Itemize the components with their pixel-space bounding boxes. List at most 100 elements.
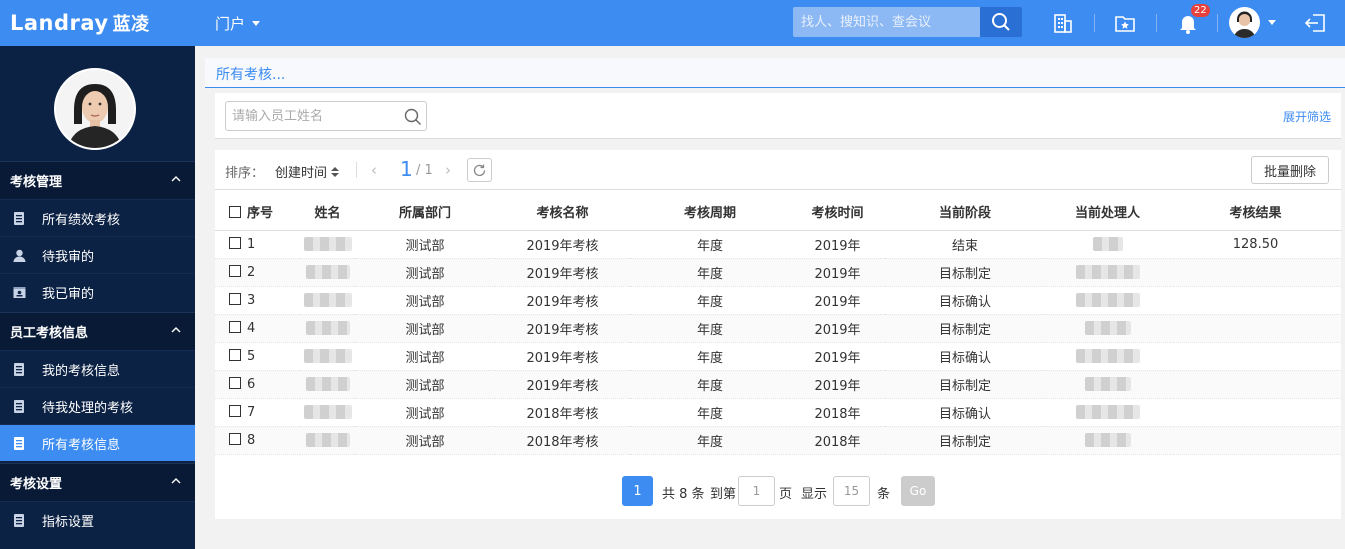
cycle-cell: 年度 — [630, 426, 790, 455]
employee-name-cell — [300, 342, 355, 371]
assessment-name-cell[interactable]: 2018年考核 — [495, 398, 630, 427]
expand-filter-link[interactable]: 展开筛选 — [1283, 108, 1331, 125]
blurred-handler — [1084, 321, 1131, 335]
assessment-name-cell[interactable]: 2019年考核 — [495, 230, 630, 259]
table-row[interactable]: 3 测试部 2019年考核 年度 2019年 目标确认 — [215, 286, 1341, 315]
table-row[interactable]: 4 测试部 2019年考核 年度 2019年 目标制定 — [215, 314, 1341, 343]
go-button[interactable]: Go — [901, 476, 935, 506]
total-count: 共 8 条 — [662, 487, 705, 502]
blurred-name — [303, 237, 352, 251]
sidebar-item-all-performance[interactable]: 所有绩效考核 — [0, 199, 195, 236]
row-checkbox[interactable] — [229, 264, 241, 277]
goto-page-input[interactable] — [738, 476, 775, 506]
sidebar-item-my-assessment[interactable]: 我的考核信息 — [0, 350, 195, 387]
refresh-button[interactable] — [467, 158, 492, 182]
page-size-input[interactable] — [833, 476, 870, 506]
group-employee-assessment-info[interactable]: 员工考核信息 — [0, 312, 195, 350]
result-cell — [1170, 314, 1341, 343]
cycle-cell: 年度 — [630, 286, 790, 315]
assessment-name-cell[interactable]: 2019年考核 — [495, 370, 630, 399]
logo[interactable]: Landray 蓝凌 — [10, 10, 150, 36]
row-checkbox[interactable] — [229, 376, 241, 389]
document-icon — [12, 399, 26, 413]
employee-name-cell — [300, 314, 355, 343]
chevron-up-icon — [171, 478, 181, 484]
select-all-checkbox[interactable] — [229, 206, 241, 219]
group-assessment-settings[interactable]: 考核设置 — [0, 463, 195, 501]
column-header-time: 考核时间 — [790, 194, 885, 231]
row-index-cell: 1 — [215, 230, 300, 259]
blurred-handler — [1075, 405, 1140, 419]
group-assessment-management[interactable]: 考核管理 — [0, 161, 195, 199]
search-button[interactable] — [980, 7, 1022, 37]
table-row[interactable]: 2 测试部 2019年考核 年度 2019年 目标制定 — [215, 258, 1341, 287]
search-icon[interactable] — [404, 108, 422, 126]
list-toolbar: 排序： 创建时间 ‹ 1 / 1 › 批量删除 — [215, 150, 1341, 190]
stage-cell: 目标确认 — [885, 342, 1045, 371]
total-pages: / 1 — [416, 163, 433, 178]
sidebar-item-pending-review[interactable]: 待我审的 — [0, 236, 195, 273]
row-checkbox[interactable] — [229, 432, 241, 445]
row-checkbox[interactable] — [229, 348, 241, 361]
caret-down-icon[interactable] — [1268, 20, 1276, 25]
organization-icon[interactable] — [1050, 10, 1076, 36]
column-header-index: 序号 — [215, 194, 300, 231]
assessment-name-cell[interactable]: 2019年考核 — [495, 258, 630, 287]
table-row[interactable]: 5 测试部 2019年考核 年度 2019年 目标确认 — [215, 342, 1341, 371]
result-cell — [1170, 426, 1341, 455]
result-cell — [1170, 398, 1341, 427]
handler-cell — [1045, 342, 1170, 371]
logout-icon[interactable] — [1302, 10, 1328, 36]
cycle-cell: 年度 — [630, 314, 790, 343]
portal-menu[interactable]: 门户 — [215, 13, 261, 34]
result-cell — [1170, 286, 1341, 315]
row-checkbox[interactable] — [229, 320, 241, 333]
refresh-icon — [473, 164, 486, 176]
employee-name-cell — [300, 258, 355, 287]
assessment-name-cell[interactable]: 2019年考核 — [495, 286, 630, 315]
row-checkbox[interactable] — [229, 236, 241, 249]
sidebar-item-indicator-settings[interactable]: 指标设置 — [0, 501, 195, 538]
chevron-left-icon[interactable]: ‹ — [371, 161, 377, 179]
employee-name-input[interactable] — [225, 101, 427, 131]
stage-cell: 目标确认 — [885, 286, 1045, 315]
global-search-input[interactable] — [793, 7, 980, 37]
favorites-folder-icon[interactable] — [1112, 10, 1138, 36]
divider — [356, 162, 357, 178]
assessment-list-panel: 排序： 创建时间 ‹ 1 / 1 › 批量删除 序号 姓名 所属部门 考核名称 … — [215, 150, 1341, 519]
sidebar-item-reviewed[interactable]: 我已审的 — [0, 273, 195, 310]
assessment-name-cell[interactable]: 2019年考核 — [495, 314, 630, 343]
chevron-right-icon[interactable]: › — [445, 161, 451, 179]
page-button-1[interactable]: 1 — [622, 476, 653, 506]
table-row[interactable]: 7 测试部 2018年考核 年度 2018年 目标确认 — [215, 398, 1341, 427]
blurred-name — [305, 377, 350, 391]
row-checkbox[interactable] — [229, 404, 241, 417]
sidebar-item-all-assessment-info[interactable]: 所有考核信息 — [0, 424, 195, 461]
assessment-name-cell[interactable]: 2018年考核 — [495, 426, 630, 455]
column-header-department: 所属部门 — [355, 194, 495, 231]
sidebar-item-my-pending-assessment[interactable]: 待我处理的考核 — [0, 387, 195, 424]
time-cell: 2019年 — [790, 286, 885, 315]
table-header-row: 序号 姓名 所属部门 考核名称 考核周期 考核时间 当前阶段 当前处理人 考核结… — [215, 194, 1341, 231]
blurred-name — [303, 349, 352, 363]
table-row[interactable]: 6 测试部 2019年考核 年度 2019年 目标制定 — [215, 370, 1341, 399]
employee-name-cell — [300, 426, 355, 455]
profile-avatar[interactable] — [54, 68, 136, 150]
breadcrumb: 所有考核... — [205, 58, 1345, 88]
sort-by-created-time[interactable]: 创建时间 — [275, 162, 340, 181]
show-label: 显示 — [801, 487, 828, 502]
department-cell: 测试部 — [355, 398, 495, 427]
row-index-cell: 2 — [215, 258, 300, 287]
assessment-name-cell[interactable]: 2019年考核 — [495, 342, 630, 371]
batch-delete-button[interactable]: 批量删除 — [1251, 156, 1329, 184]
search-icon — [992, 13, 1010, 31]
blurred-name — [305, 321, 350, 335]
table-row[interactable]: 8 测试部 2018年考核 年度 2018年 目标制定 — [215, 426, 1341, 455]
user-avatar[interactable] — [1229, 7, 1260, 38]
department-cell: 测试部 — [355, 370, 495, 399]
cycle-cell: 年度 — [630, 230, 790, 259]
table-row[interactable]: 1 测试部 2019年考核 年度 2019年 结束 128.50 — [215, 230, 1341, 259]
row-checkbox[interactable] — [229, 292, 241, 305]
row-index-cell: 8 — [215, 426, 300, 455]
blurred-handler — [1075, 293, 1140, 307]
